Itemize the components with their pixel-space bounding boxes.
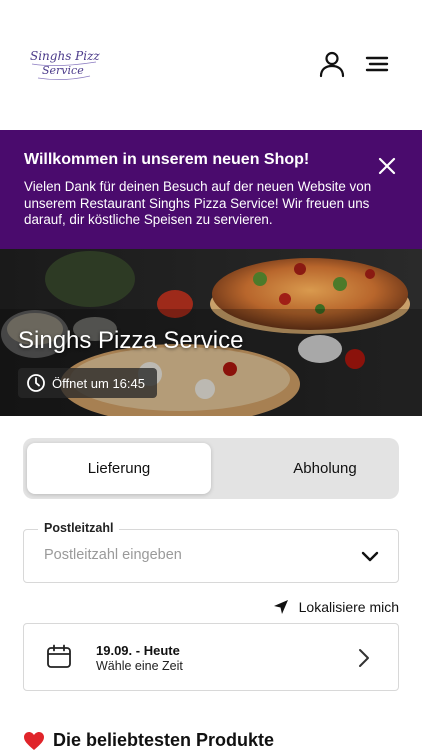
locate-me-label: Lokalisiere mich <box>298 599 399 615</box>
chevron-right-icon <box>359 649 369 667</box>
popular-products-heading: Die beliebtesten Produkte <box>23 730 274 751</box>
welcome-banner: Willkommen in unserem neuen Shop! Vielen… <box>0 130 422 249</box>
pickup-option[interactable]: Abholung <box>233 443 417 494</box>
opening-status-text: Öffnet um 16:45 <box>52 375 145 391</box>
locate-me-button[interactable]: Lokalisiere mich <box>273 599 399 615</box>
calendar-icon <box>47 644 71 668</box>
postal-code-input[interactable] <box>44 547 344 563</box>
hamburger-menu-icon[interactable] <box>364 52 390 76</box>
selected-date: 19.09. - Heute <box>96 643 180 658</box>
clock-icon <box>27 374 45 392</box>
delivery-option[interactable]: Lieferung <box>27 443 211 494</box>
restaurant-name: Singhs Pizza Service <box>18 327 244 354</box>
logo-line2: Service <box>42 64 84 77</box>
hero-image: Singhs Pizza Service Öffnet um 16:45 <box>0 249 422 416</box>
logo-graphic: Singhs Pizza Service <box>30 49 100 80</box>
postal-code-label: Postleitzahl <box>38 521 120 535</box>
restaurant-logo[interactable]: Singhs Pizza Service <box>28 42 100 84</box>
order-mode-toggle: Lieferung Abholung <box>23 438 399 499</box>
location-arrow-icon <box>273 600 288 614</box>
user-icon[interactable] <box>318 50 346 78</box>
site-header: Singhs Pizza Service <box>0 0 422 130</box>
opening-status-badge: Öffnet um 16:45 <box>18 368 157 398</box>
banner-title: Willkommen in unserem neuen Shop! <box>24 151 310 168</box>
heart-icon <box>24 731 44 750</box>
choose-time-text: Wähle eine Zeit <box>96 659 183 673</box>
logo-line1: Singhs Pizza <box>30 49 100 63</box>
time-selector[interactable]: 19.09. - Heute Wähle eine Zeit <box>23 623 399 691</box>
close-icon[interactable] <box>378 157 396 175</box>
banner-text: Vielen Dank für deinen Besuch auf der ne… <box>24 179 372 227</box>
chevron-down-icon[interactable] <box>360 549 380 565</box>
popular-products-title: Die beliebtesten Produkte <box>53 730 275 750</box>
postal-code-field[interactable]: Postleitzahl <box>23 521 399 583</box>
